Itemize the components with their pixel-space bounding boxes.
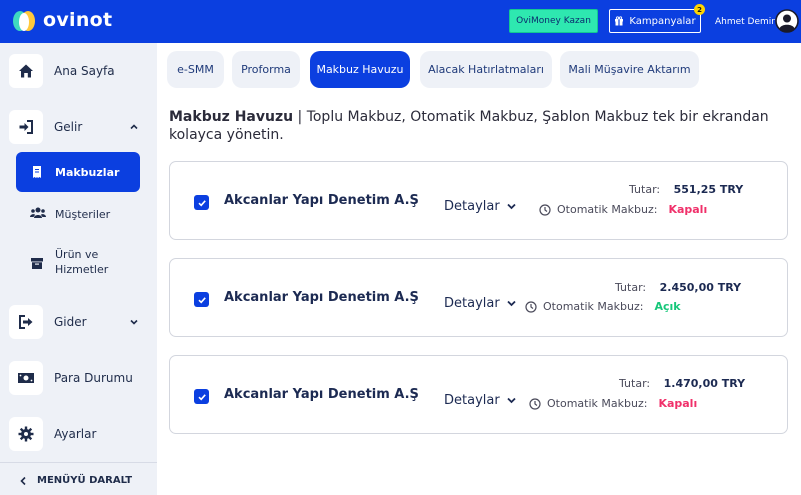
auto-receipt-label: Otomatik Makbuz:	[557, 203, 658, 216]
tab-receipt-pool[interactable]: Makbuz Havuzu	[310, 51, 410, 88]
gift-icon	[615, 16, 624, 26]
campaigns-label: Kampanyalar	[629, 15, 696, 27]
sidebar-item-settings[interactable]: Ayarlar	[0, 416, 157, 452]
status-badge: Kapalı	[658, 397, 698, 410]
income-icon-box	[9, 110, 43, 144]
auto-receipt-status: Otomatik Makbuz: Kapalı	[529, 397, 697, 410]
sidebar-item-label: Müşteriler	[55, 208, 111, 221]
company-name: Akcanlar Yapı Denetim A.Ş	[224, 290, 419, 305]
expense-icon-box	[9, 305, 43, 339]
checkmark-icon	[197, 393, 206, 400]
page-intro: Makbuz Havuzu | Toplu Makbuz, Otomatik M…	[169, 108, 789, 144]
home-icon	[19, 64, 33, 78]
select-checkbox[interactable]	[194, 195, 209, 210]
top-bar: ovinot OviMoney Kazan Kampanyalar 2 Ahme…	[0, 0, 801, 43]
select-checkbox[interactable]	[194, 389, 209, 404]
tab-esmm[interactable]: e-SMM	[167, 51, 224, 88]
sidebar-item-expense[interactable]: Gider	[0, 304, 157, 340]
tab-accountant-transfer[interactable]: Mali Müşavire Aktarım	[560, 51, 699, 88]
checkmark-icon	[197, 199, 206, 206]
box-icon	[31, 258, 43, 269]
select-checkbox[interactable]	[194, 292, 209, 307]
sidebar-item-customers[interactable]: Müşteriler	[16, 203, 140, 225]
details-label: Detaylar	[444, 393, 500, 408]
clock-icon	[529, 397, 541, 410]
sign-out-icon	[19, 315, 33, 329]
tab-proforma[interactable]: Proforma	[232, 51, 300, 88]
chevron-down-icon	[507, 203, 516, 210]
amount-label: Tutar:	[615, 281, 647, 294]
ovinot-logo-icon[interactable]	[11, 9, 37, 33]
cash-icon-box	[9, 361, 43, 395]
receipt-icon	[33, 166, 41, 178]
company-name: Akcanlar Yapı Denetim A.Ş	[224, 193, 419, 208]
amount-line: Tutar: 551,25 TRY	[629, 183, 743, 196]
sidebar-item-label: Hizmetler	[55, 263, 109, 276]
gear-icon	[18, 426, 34, 442]
chevron-down-icon	[507, 397, 516, 404]
sidebar-item-label: Gider	[54, 315, 87, 329]
user-avatar-icon[interactable]	[775, 9, 799, 33]
details-label: Detaylar	[444, 296, 500, 311]
receipt-card: Akcanlar Yapı Denetim A.Ş Detaylar Tutar…	[169, 258, 788, 337]
ovimoney-button[interactable]: OviMoney Kazan	[509, 9, 598, 33]
clock-icon	[539, 203, 551, 216]
user-name[interactable]: Ahmet Demir	[715, 17, 775, 27]
amount-label: Tutar:	[629, 183, 661, 196]
details-toggle[interactable]: Detaylar	[444, 296, 516, 311]
chevron-left-icon	[20, 476, 26, 486]
details-label: Detaylar	[444, 199, 500, 214]
amount-line: Tutar: 2.450,00 TRY	[615, 281, 741, 294]
receipt-card: Akcanlar Yapı Denetim A.Ş Detaylar Tutar…	[169, 161, 788, 240]
sign-in-icon	[19, 120, 33, 134]
details-toggle[interactable]: Detaylar	[444, 393, 516, 408]
sidebar-item-label: Ürün ve	[55, 248, 99, 261]
sidebar-item-label: Gelir	[54, 120, 83, 134]
company-name: Akcanlar Yapı Denetim A.Ş	[224, 387, 419, 402]
logo-text[interactable]: ovinot	[43, 9, 112, 31]
checkmark-icon	[197, 296, 206, 303]
receipt-card: Akcanlar Yapı Denetim A.Ş Detaylar Tutar…	[169, 355, 788, 434]
clock-icon	[525, 300, 537, 313]
chevron-down-icon	[507, 300, 516, 307]
settings-icon-box	[9, 417, 43, 451]
campaigns-badge: 2	[694, 4, 705, 15]
sidebar-item-label: Para Durumu	[54, 371, 133, 385]
sidebar-item-cash[interactable]: Para Durumu	[0, 360, 157, 396]
sidebar-item-label: Ayarlar	[54, 427, 97, 441]
money-bill-icon	[18, 373, 34, 383]
amount-value: 2.450,00 TRY	[659, 281, 742, 294]
status-badge: Açık	[654, 300, 681, 313]
auto-receipt-status: Otomatik Makbuz: Kapalı	[539, 203, 707, 216]
amount-value: 1.470,00 TRY	[663, 377, 746, 390]
page-title: Makbuz Havuzu	[169, 109, 294, 125]
details-toggle[interactable]: Detaylar	[444, 199, 516, 214]
chevron-down-icon	[130, 319, 138, 325]
auto-receipt-label: Otomatik Makbuz:	[543, 300, 644, 313]
amount-line: Tutar: 1.470,00 TRY	[619, 377, 745, 390]
tab-receivable-reminders[interactable]: Alacak Hatırlatmaları	[420, 51, 552, 88]
auto-receipt-status: Otomatik Makbuz: Açık	[525, 300, 681, 313]
sidebar-item-income[interactable]: Gelir	[0, 109, 157, 145]
amount-label: Tutar:	[619, 377, 651, 390]
home-icon-box	[9, 54, 43, 88]
sidebar-item-label: Ana Sayfa	[54, 64, 115, 78]
sidebar-item-home[interactable]: Ana Sayfa	[0, 53, 157, 89]
users-icon	[30, 207, 46, 218]
amount-value: 551,25 TRY	[673, 183, 744, 196]
sidebar-item-products[interactable]: Ürün ve Hizmetler	[16, 244, 140, 278]
auto-receipt-label: Otomatik Makbuz:	[547, 397, 648, 410]
collapse-menu-button[interactable]: MENÜYÜ DARALT	[0, 462, 157, 495]
campaigns-button[interactable]: Kampanyalar	[609, 9, 701, 33]
status-badge: Kapalı	[668, 203, 708, 216]
collapse-menu-label: MENÜYÜ DARALT	[37, 475, 133, 486]
sidebar-item-label: Makbuzlar	[55, 166, 120, 179]
chevron-up-icon	[130, 124, 138, 130]
sidebar-item-receipts[interactable]: Makbuzlar	[16, 152, 140, 192]
sidebar: Ana Sayfa Gelir Makbuzlar Müşteriler Ürü…	[0, 43, 157, 495]
